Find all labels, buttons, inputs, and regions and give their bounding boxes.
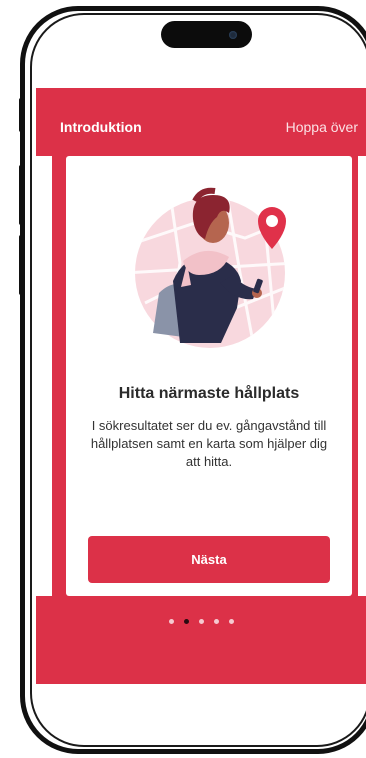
card-title: Hitta närmaste hållplats <box>118 385 300 402</box>
card-description: I sökresultatet ser du ev. gångavstånd t… <box>90 418 328 469</box>
skip-button[interactable]: Hoppa över <box>286 119 358 135</box>
onboarding-card: Hitta närmaste hållplats I sökresultatet… <box>66 156 352 596</box>
page-dot-active[interactable] <box>183 619 189 624</box>
person-with-phone-location-pin-icon <box>135 187 286 348</box>
onboarding-screen: Introduktion Hoppa över Hitta närmaste h… <box>36 88 366 684</box>
page-dot[interactable] <box>198 619 204 624</box>
page-dot[interactable] <box>228 619 234 624</box>
previous-card-peek[interactable] <box>36 156 52 596</box>
dynamic-island <box>161 21 252 48</box>
next-card-peek[interactable] <box>358 156 366 596</box>
next-button[interactable]: Nästa <box>88 536 330 583</box>
page-dot[interactable] <box>213 619 219 624</box>
camera-icon <box>229 31 237 39</box>
page-title: Introduktion <box>60 119 142 135</box>
page-dot[interactable] <box>168 619 174 624</box>
page-indicator <box>36 611 366 629</box>
